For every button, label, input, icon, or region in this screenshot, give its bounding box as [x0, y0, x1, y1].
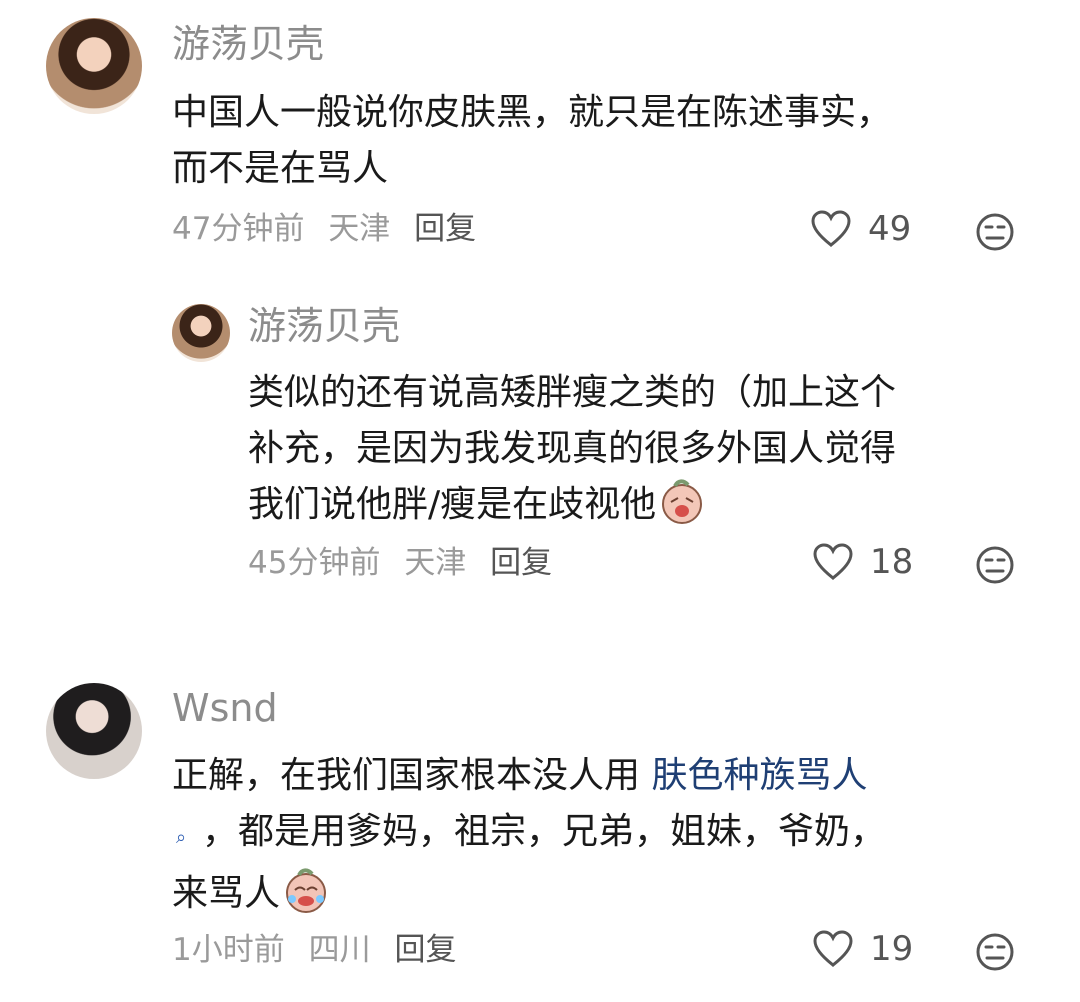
comment-meta: 1小时前 四川 回复: [172, 935, 470, 966]
username[interactable]: Wsnd: [172, 689, 278, 727]
reply-button[interactable]: 回复: [490, 545, 552, 581]
comment-3: Wsnd 正解，在我们国家根本没人用 肤色种族骂人 ⌕ ，都是用爹妈，祖宗，兄弟，…: [0, 665, 1080, 1002]
reply-button[interactable]: 回复: [414, 211, 476, 247]
comment-text-line: ⌕ ，都是用爹妈，祖宗，兄弟，姐妹，爷奶，: [172, 804, 886, 866]
comment-text-line: 中国人一般说你皮肤黑，就只是在陈述事实，: [172, 92, 893, 133]
reply-button[interactable]: 回复: [394, 932, 456, 968]
comment-text-line: 类似的还有说高矮胖瘦之类的（加上这个: [248, 372, 897, 413]
comment-2: 游荡贝壳 类似的还有说高矮胖瘦之类的（加上这个 补充，是因为我发现真的很多外国人…: [0, 290, 1080, 610]
avatar[interactable]: [46, 18, 142, 114]
location: 天津: [328, 211, 391, 247]
like-count: 49: [868, 209, 912, 249]
comment-meta: 45分钟前 天津 回复: [248, 548, 566, 579]
username[interactable]: 游荡贝壳: [172, 25, 324, 63]
comment-meta: 47分钟前 天津 回复: [172, 214, 490, 245]
comment-text-body: 来骂人: [172, 873, 281, 914]
search-link[interactable]: 肤色种族骂人: [651, 755, 867, 796]
expressionless-face-icon[interactable]: [975, 212, 1015, 252]
heart-icon: [811, 210, 851, 248]
comment-text: 中国人一般说你皮肤黑，就只是在陈述事实， 而不是在骂人: [172, 85, 892, 197]
comment-text-line: 我们说他胖/瘦是在歧视他: [248, 477, 896, 533]
timestamp: 1小时前: [172, 932, 285, 968]
comment-text-line: 来骂人: [172, 866, 886, 922]
emoji-icon: [662, 479, 703, 524]
expressionless-face-icon[interactable]: [975, 932, 1015, 972]
comment-text-body: ，都是用爹妈，祖宗，兄弟，姐妹，爷奶，: [202, 811, 887, 852]
like-button[interactable]: 18: [812, 542, 913, 582]
timestamp: 47分钟前: [172, 211, 305, 247]
comment-text-line: 补充，是因为我发现真的很多外国人觉得: [248, 428, 897, 469]
comment-text: 正解，在我们国家根本没人用 肤色种族骂人 ⌕ ，都是用爹妈，祖宗，兄弟，姐妹，爷奶…: [172, 748, 886, 922]
like-button[interactable]: 49: [810, 209, 911, 249]
location: 四川: [308, 932, 371, 968]
comment-text-line: 而不是在骂人: [172, 148, 389, 189]
comment-text-line: 正解，在我们国家根本没人用 肤色种族骂人: [172, 748, 886, 804]
expressionless-face-icon[interactable]: [975, 545, 1015, 585]
avatar[interactable]: [46, 683, 142, 779]
comment-text-prefix: 正解，在我们国家根本没人用: [172, 755, 652, 796]
emoji-icon: [286, 868, 327, 913]
timestamp: 45分钟前: [248, 545, 381, 581]
comment-text: 类似的还有说高矮胖瘦之类的（加上这个 补充，是因为我发现真的很多外国人觉得 我们…: [248, 365, 896, 533]
like-count: 18: [870, 542, 914, 582]
username[interactable]: 游荡贝壳: [248, 307, 400, 345]
heart-icon: [813, 930, 853, 968]
like-count: 19: [870, 929, 914, 969]
comment-1: 游荡贝壳 中国人一般说你皮肤黑，就只是在陈述事实， 而不是在骂人 47分钟前 天…: [0, 0, 1080, 270]
heart-icon: [813, 543, 853, 581]
location: 天津: [404, 545, 467, 581]
search-icon[interactable]: ⌕: [172, 810, 190, 866]
like-button[interactable]: 19: [812, 929, 913, 969]
avatar[interactable]: [172, 304, 230, 362]
comment-text-line-body: 我们说他胖/瘦是在歧视他: [248, 484, 657, 525]
